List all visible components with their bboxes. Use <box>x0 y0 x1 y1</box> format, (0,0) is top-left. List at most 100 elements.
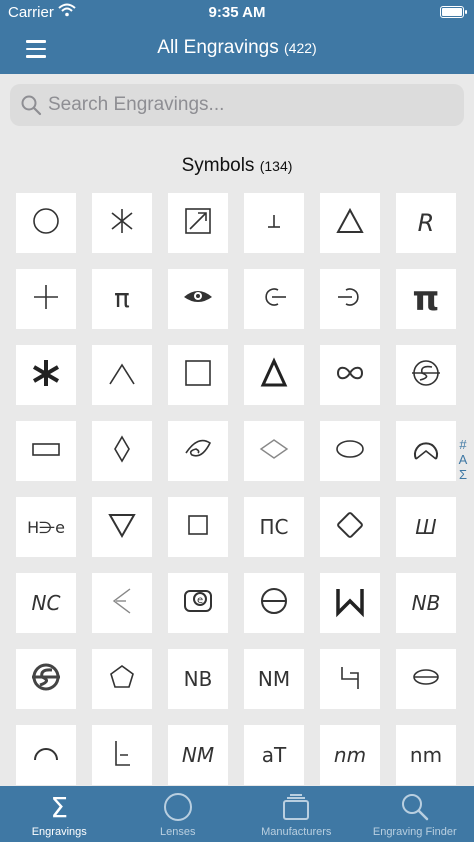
symbol-tile-omega-arch[interactable] <box>396 421 456 481</box>
symbol-tile-pi-c[interactable]: ΠC <box>244 497 304 557</box>
l-corner-icon <box>102 733 142 778</box>
4-shape-icon <box>330 657 370 702</box>
symbol-tile-nm-script[interactable]: nm <box>320 725 380 785</box>
tab-manufacturers[interactable]: Manufacturers <box>237 786 356 842</box>
square-icon <box>178 353 218 398</box>
nm-italic-icon: NM <box>181 743 215 767</box>
sigma-icon: Σ <box>50 790 69 824</box>
pentagon-icon <box>102 657 142 702</box>
status-bar: Carrier 9:35 AM <box>0 0 474 26</box>
search-input[interactable] <box>48 84 448 126</box>
symbol-tile-arc[interactable] <box>16 725 76 785</box>
pi-bold-icon: π <box>412 279 440 319</box>
triangle-outline-icon <box>330 201 370 246</box>
search-icon <box>356 792 474 822</box>
symbol-tile-diamond-rounded[interactable] <box>320 497 380 557</box>
infinity-icon <box>330 353 370 398</box>
tab-engravings[interactable]: Σ Engravings <box>0 786 119 842</box>
symbol-tile-square[interactable] <box>168 345 228 405</box>
navigation-bar: All Engravings (422) <box>0 26 474 74</box>
symbol-tile-nm-italic[interactable]: NM <box>168 725 228 785</box>
symbol-tile-asterisk-burst[interactable] <box>92 193 152 253</box>
circle-icon <box>26 201 66 246</box>
symbol-tile-nm[interactable]: NM <box>244 649 304 709</box>
symbol-tile-e-box[interactable]: e <box>168 573 228 633</box>
symbol-tile-nb-italic[interactable]: NB <box>396 573 456 633</box>
symbol-tile-pi-bold[interactable]: π <box>396 269 456 329</box>
s-circle-icon <box>406 353 446 398</box>
nc-italic-icon: NC <box>31 591 61 615</box>
title-text: All Engravings <box>157 37 279 58</box>
symbol-tile-diamond-tall[interactable] <box>92 421 152 481</box>
at-icon: aT <box>261 743 287 767</box>
tab-engraving-finder[interactable]: Engraving Finder <box>356 786 474 842</box>
w-bold-icon <box>330 581 370 626</box>
eye-icon <box>178 277 218 322</box>
symbol-tile-w-bold[interactable] <box>320 573 380 633</box>
symbol-tile-asterisk-bold[interactable] <box>16 345 76 405</box>
pi-thin-icon: π <box>114 284 130 314</box>
pi-c-icon: ΠC <box>259 515 289 539</box>
symbol-tile-small-square[interactable] <box>168 497 228 557</box>
symbol-tile-nb[interactable]: NB <box>168 649 228 709</box>
symbol-tile-ellipse[interactable] <box>320 421 380 481</box>
index-item-a[interactable]: A <box>456 452 470 467</box>
small-square-icon <box>178 505 218 550</box>
symbol-tile-nm-round[interactable]: nm <box>396 725 456 785</box>
symbol-grid: Rπ π H⋺e ΠC Ш NC e NB NB NM NM aT nm nm <box>16 193 460 785</box>
symbol-tile-scroll-e[interactable] <box>168 421 228 481</box>
symbol-tile-diamond-thin[interactable] <box>244 421 304 481</box>
symbol-tile-l-corner[interactable] <box>92 725 152 785</box>
symbol-tile-caret-up[interactable] <box>92 345 152 405</box>
symbol-tile-4-shape[interactable] <box>320 649 380 709</box>
symbol-tile-infinity[interactable] <box>320 345 380 405</box>
index-item-sigma[interactable]: Σ <box>456 467 470 482</box>
rectangle-icon <box>26 429 66 474</box>
section-count: (134) <box>259 158 293 174</box>
symbol-tile-h-e[interactable]: H⋺e <box>16 497 76 557</box>
page-title: All Engravings (422) <box>0 37 474 59</box>
nm-round-icon: nm <box>409 743 443 767</box>
symbol-tile-s-circle[interactable] <box>396 345 456 405</box>
search-bar[interactable] <box>10 84 464 126</box>
symbol-tile-sha-italic[interactable]: Ш <box>396 497 456 557</box>
symbol-tile-r-letter[interactable]: R <box>396 193 456 253</box>
lens-circle-icon <box>119 792 238 822</box>
symbol-tile-nc-italic[interactable]: NC <box>16 573 76 633</box>
section-index[interactable]: # A Σ <box>456 437 470 482</box>
asterisk-bold-icon <box>26 353 66 398</box>
ellipse-bar-icon <box>406 657 446 702</box>
up-tack-icon <box>254 201 294 246</box>
index-item-hash[interactable]: # <box>456 437 470 452</box>
symbol-tile-star-triangle[interactable] <box>92 573 152 633</box>
symbol-tile-circle[interactable] <box>16 193 76 253</box>
symbol-tile-ellipse-bar[interactable] <box>396 649 456 709</box>
title-count: (422) <box>284 40 317 56</box>
symbol-tile-pentagon[interactable] <box>92 649 152 709</box>
search-icon <box>20 94 42 122</box>
symbol-tile-pi-thin[interactable]: π <box>92 269 152 329</box>
symbol-tile-triangle-down[interactable] <box>92 497 152 557</box>
symbol-tile-triangle-outline[interactable] <box>320 193 380 253</box>
symbol-tile-eye[interactable] <box>168 269 228 329</box>
svg-text:e: e <box>197 595 203 606</box>
tab-label: Lenses <box>160 826 196 838</box>
symbol-tile-square-arrow[interactable] <box>168 193 228 253</box>
clock: 9:35 AM <box>208 4 266 21</box>
tab-bar: Σ Engravings Lenses Manufacturers Engrav… <box>0 786 474 842</box>
r-letter-icon: R <box>417 209 435 237</box>
symbol-tile-c-line[interactable] <box>244 269 304 329</box>
symbol-tile-at[interactable]: aT <box>244 725 304 785</box>
symbol-tile-c-line-reverse[interactable] <box>320 269 380 329</box>
symbol-tile-plus[interactable] <box>16 269 76 329</box>
symbol-tile-s-circle-bold[interactable] <box>16 649 76 709</box>
symbol-tile-triangle-bold[interactable] <box>244 345 304 405</box>
nb-italic-icon: NB <box>411 591 441 615</box>
square-arrow-icon <box>178 201 218 246</box>
s-circle-bold-icon <box>26 657 66 702</box>
tab-lenses[interactable]: Lenses <box>119 786 238 842</box>
symbol-tile-rectangle[interactable] <box>16 421 76 481</box>
symbol-tile-up-tack[interactable] <box>244 193 304 253</box>
symbol-tile-circle-bar[interactable] <box>244 573 304 633</box>
diamond-thin-icon <box>254 429 294 474</box>
